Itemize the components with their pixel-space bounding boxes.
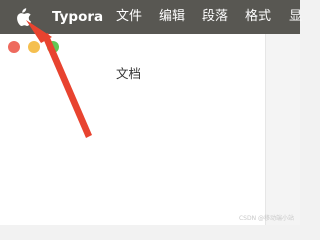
watermark-text: CSDN @移动端小站 (238, 215, 294, 222)
annotation-arrow (26, 20, 92, 138)
arrow-shaft (42, 33, 92, 138)
